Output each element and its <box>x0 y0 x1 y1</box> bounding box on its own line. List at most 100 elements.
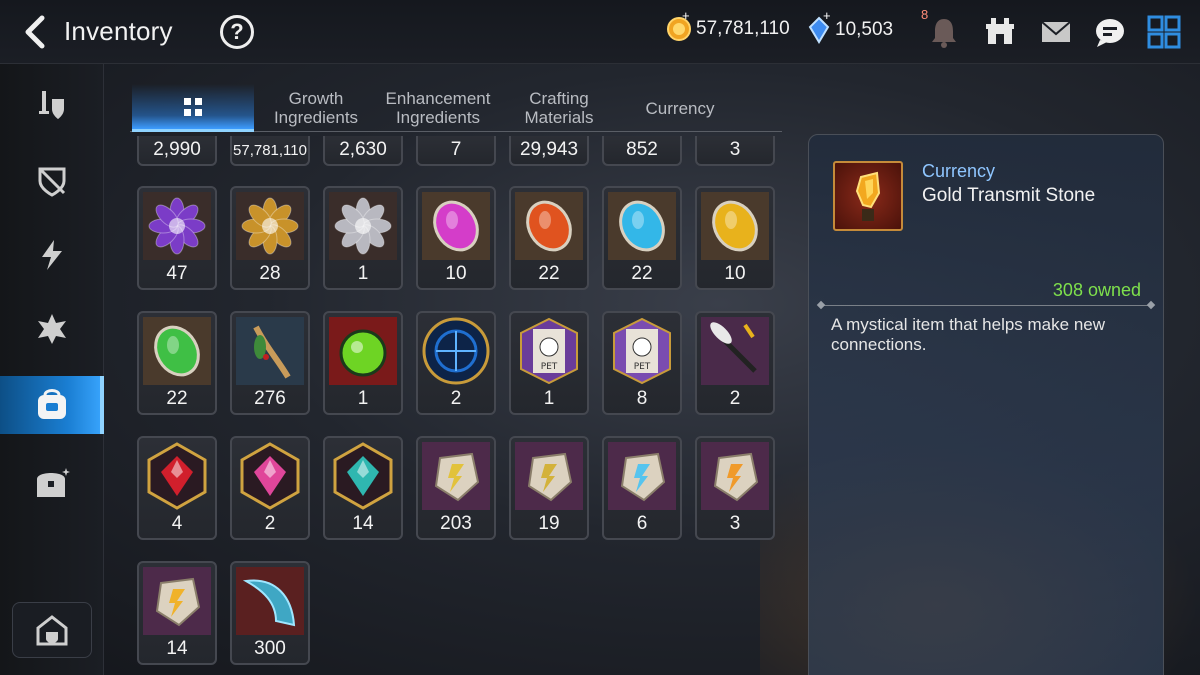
catalyst-icon <box>42 240 62 270</box>
orange-transmit-stone-icon <box>701 442 769 510</box>
pet-pack-icon: PET <box>608 317 676 385</box>
menu-grid-icon[interactable] <box>1146 14 1182 50</box>
green-potion-icon <box>329 317 397 385</box>
item-count: 22 <box>538 263 560 284</box>
chat-icon[interactable] <box>1092 14 1128 50</box>
item-slot[interactable]: 2,990 <box>137 136 217 166</box>
sidebar-item-equipment[interactable] <box>0 76 104 134</box>
item-slot[interactable]: 2 <box>695 311 775 415</box>
item-slot[interactable]: 300 <box>230 561 310 665</box>
item-slot[interactable]: 203 <box>416 436 496 540</box>
feather-staff-icon <box>701 317 769 385</box>
item-slot[interactable]: 1 <box>323 186 403 290</box>
pet-pack-icon: PET <box>515 317 583 385</box>
sidebar-item-bag[interactable] <box>0 376 104 434</box>
tab-growth-ingredients[interactable]: Growth Ingredients <box>256 84 376 132</box>
yellow-rune-icon <box>701 192 769 260</box>
item-count: 19 <box>538 513 560 534</box>
item-slot[interactable]: 2 <box>416 311 496 415</box>
svg-text:PET: PET <box>634 362 651 372</box>
artifact-icon <box>38 167 66 197</box>
gold-amount: 57,781,110 <box>696 18 790 39</box>
item-slot[interactable]: 14 <box>137 561 217 665</box>
sidebar-item-rune[interactable] <box>0 300 104 358</box>
item-slot[interactable]: 19 <box>509 436 589 540</box>
storage-house-icon <box>36 615 68 646</box>
item-slot[interactable]: 3 <box>695 436 775 540</box>
item-slot[interactable]: 22 <box>509 186 589 290</box>
item-count: 3 <box>729 139 741 160</box>
mail-icon[interactable] <box>1038 14 1074 50</box>
item-count: 10 <box>445 263 467 284</box>
crystal-amount: 10,503 <box>835 19 894 40</box>
item-count: 852 <box>626 139 658 160</box>
item-slot[interactable]: 10 <box>416 186 496 290</box>
green-rune-icon <box>143 317 211 385</box>
item-count: 2,630 <box>339 139 387 160</box>
tab-all[interactable] <box>132 84 254 132</box>
item-slot[interactable]: 4 <box>137 436 217 540</box>
item-count: 22 <box>631 263 653 284</box>
sidebar-item-chest[interactable] <box>0 454 104 512</box>
item-slot[interactable]: 2,630 <box>323 136 403 166</box>
tab-crafting-materials[interactable]: Crafting Materials <box>500 84 618 132</box>
gold-currency[interactable]: + 57,781,110 <box>666 8 790 42</box>
item-count: 2 <box>264 513 276 534</box>
tab-enhancement-ingredients[interactable]: Enhancement Ingredients <box>378 84 498 132</box>
item-count: 47 <box>166 263 188 284</box>
page-title: Inventory <box>64 16 173 46</box>
item-count: 6 <box>636 513 648 534</box>
item-slot[interactable]: 2 <box>230 436 310 540</box>
gold-flower-icon <box>236 192 304 260</box>
detail-owned-count: 308 owned <box>1052 280 1141 300</box>
sidebar-item-catalyst[interactable] <box>0 226 104 284</box>
item-slot[interactable]: 29,943 <box>509 136 589 166</box>
item-slot[interactable]: 276 <box>230 311 310 415</box>
item-count: 1 <box>357 263 369 284</box>
item-slot[interactable]: 6 <box>602 436 682 540</box>
claw-icon <box>236 567 304 635</box>
guild-icon[interactable] <box>982 14 1018 50</box>
red-crystal-icon <box>143 442 211 510</box>
item-count: 276 <box>254 388 286 409</box>
item-slot[interactable]: 22 <box>137 311 217 415</box>
notification-badge: 8 <box>921 7 929 22</box>
item-count: 4 <box>171 513 183 534</box>
back-arrow-icon[interactable] <box>18 14 52 50</box>
item-slot[interactable]: 28 <box>230 186 310 290</box>
silver-flower-icon <box>329 192 397 260</box>
sidebar-storage-button[interactable] <box>12 602 92 658</box>
item-count: 22 <box>166 388 188 409</box>
item-count: 203 <box>440 513 472 534</box>
item-slot[interactable]: PET 8 <box>602 311 682 415</box>
bag-icon <box>38 389 66 419</box>
item-slot[interactable]: 852 <box>602 136 682 166</box>
item-count: 14 <box>352 513 374 534</box>
gold-plus: + <box>682 8 690 23</box>
rune-icon <box>38 314 66 344</box>
bell-icon[interactable] <box>926 14 962 50</box>
item-slot[interactable]: 1 <box>323 311 403 415</box>
item-slot[interactable]: 14 <box>323 436 403 540</box>
item-slot[interactable]: 7 <box>416 136 496 166</box>
item-count: 2,990 <box>153 139 201 160</box>
herb-root-icon <box>236 317 304 385</box>
item-slot[interactable]: 47 <box>137 186 217 290</box>
item-count: 57,781,110 <box>233 142 307 159</box>
item-count: 3 <box>729 513 741 534</box>
item-slot[interactable]: 3 <box>695 136 775 166</box>
blue-transmit-stone-icon <box>608 442 676 510</box>
svg-text:PET: PET <box>541 362 558 372</box>
item-slot[interactable]: PET 1 <box>509 311 589 415</box>
sidebar-item-artifact[interactable] <box>0 152 104 210</box>
help-button[interactable]: ? <box>220 15 254 49</box>
item-slot[interactable]: 57,781,110 <box>230 136 310 166</box>
item-count: 28 <box>259 263 281 284</box>
item-slot[interactable]: 22 <box>602 186 682 290</box>
crystal-currency[interactable]: + 10,503 <box>807 8 894 44</box>
orange-rune-icon <box>515 192 583 260</box>
tab-currency[interactable]: Currency <box>620 84 740 132</box>
blue-portal-icon <box>422 317 490 385</box>
item-count: 2 <box>729 388 741 409</box>
item-slot[interactable]: 10 <box>695 186 775 290</box>
